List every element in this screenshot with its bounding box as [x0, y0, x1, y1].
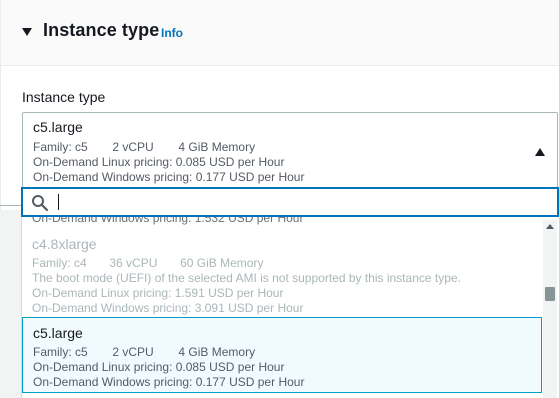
field-label: Instance type — [22, 89, 106, 105]
option-warning: The boot mode (UEFI) of the selected AMI… — [32, 271, 461, 285]
selected-instance-name: c5.large — [33, 119, 83, 135]
vcpu-text: 2 vCPU — [112, 140, 154, 154]
family-text: Family: c5 — [33, 140, 88, 154]
info-link[interactable]: Info — [161, 26, 183, 40]
option-linux-pricing: On-Demand Linux pricing: 0.085 USD per H… — [33, 360, 285, 374]
option-specs: Family: c5 2 vCPU 4 GiB Memory — [33, 345, 255, 359]
linux-pricing: On-Demand Linux pricing: 0.085 USD per H… — [33, 155, 285, 169]
text-cursor — [58, 194, 59, 210]
option-windows-pricing: On-Demand Windows pricing: 3.091 USD per… — [32, 301, 304, 315]
vcpu-text: 2 vCPU — [112, 345, 154, 359]
option-name: c4.8xlarge — [32, 236, 97, 252]
memory-text: 4 GiB Memory — [178, 345, 256, 359]
option-c4-8xlarge: c4.8xlarge Family: c4 36 vCPU 60 GiB Mem… — [22, 231, 542, 315]
instance-type-select[interactable]: c5.large Family: c5 2 vCPU 4 GiB Memory … — [22, 112, 558, 188]
option-name: c5.large — [33, 325, 83, 341]
caret-up-icon[interactable] — [535, 148, 545, 156]
option-c5-large[interactable]: c5.large Family: c5 2 vCPU 4 GiB Memory … — [22, 317, 542, 393]
search-input[interactable] — [61, 192, 545, 214]
panel-title: Instance type — [43, 20, 160, 40]
option-windows-pricing: On-Demand Windows pricing: 0.177 USD per… — [33, 375, 305, 389]
family-text: Family: c5 — [33, 345, 88, 359]
memory-text: 4 GiB Memory — [178, 140, 256, 154]
instance-type-search[interactable] — [21, 187, 559, 217]
panel-header[interactable]: Instance type Info — [1, 0, 559, 66]
option-specs: Family: c4 36 vCPU 60 GiB Memory — [32, 256, 263, 270]
caret-down-icon[interactable] — [22, 28, 32, 36]
family-text: Family: c4 — [32, 256, 87, 270]
vcpu-text: 36 vCPU — [109, 256, 158, 270]
scrollbar-thumb[interactable] — [545, 287, 555, 301]
memory-text: 60 GiB Memory — [180, 256, 264, 270]
search-icon — [32, 195, 49, 212]
divider — [0, 205, 21, 206]
scroll-up-icon[interactable] — [546, 224, 554, 229]
partial-option-line: On-Demand Windows pricing: 1.532 USD per… — [32, 217, 304, 225]
background-strip — [0, 210, 21, 398]
windows-pricing: On-Demand Windows pricing: 0.177 USD per… — [33, 170, 305, 184]
instance-type-dropdown: On-Demand Windows pricing: 1.532 USD per… — [21, 217, 559, 398]
option-linux-pricing: On-Demand Linux pricing: 1.591 USD per H… — [32, 286, 284, 300]
selected-instance-specs: Family: c5 2 vCPU 4 GiB Memory — [33, 140, 255, 154]
dropdown-scrollbar[interactable] — [543, 220, 557, 398]
